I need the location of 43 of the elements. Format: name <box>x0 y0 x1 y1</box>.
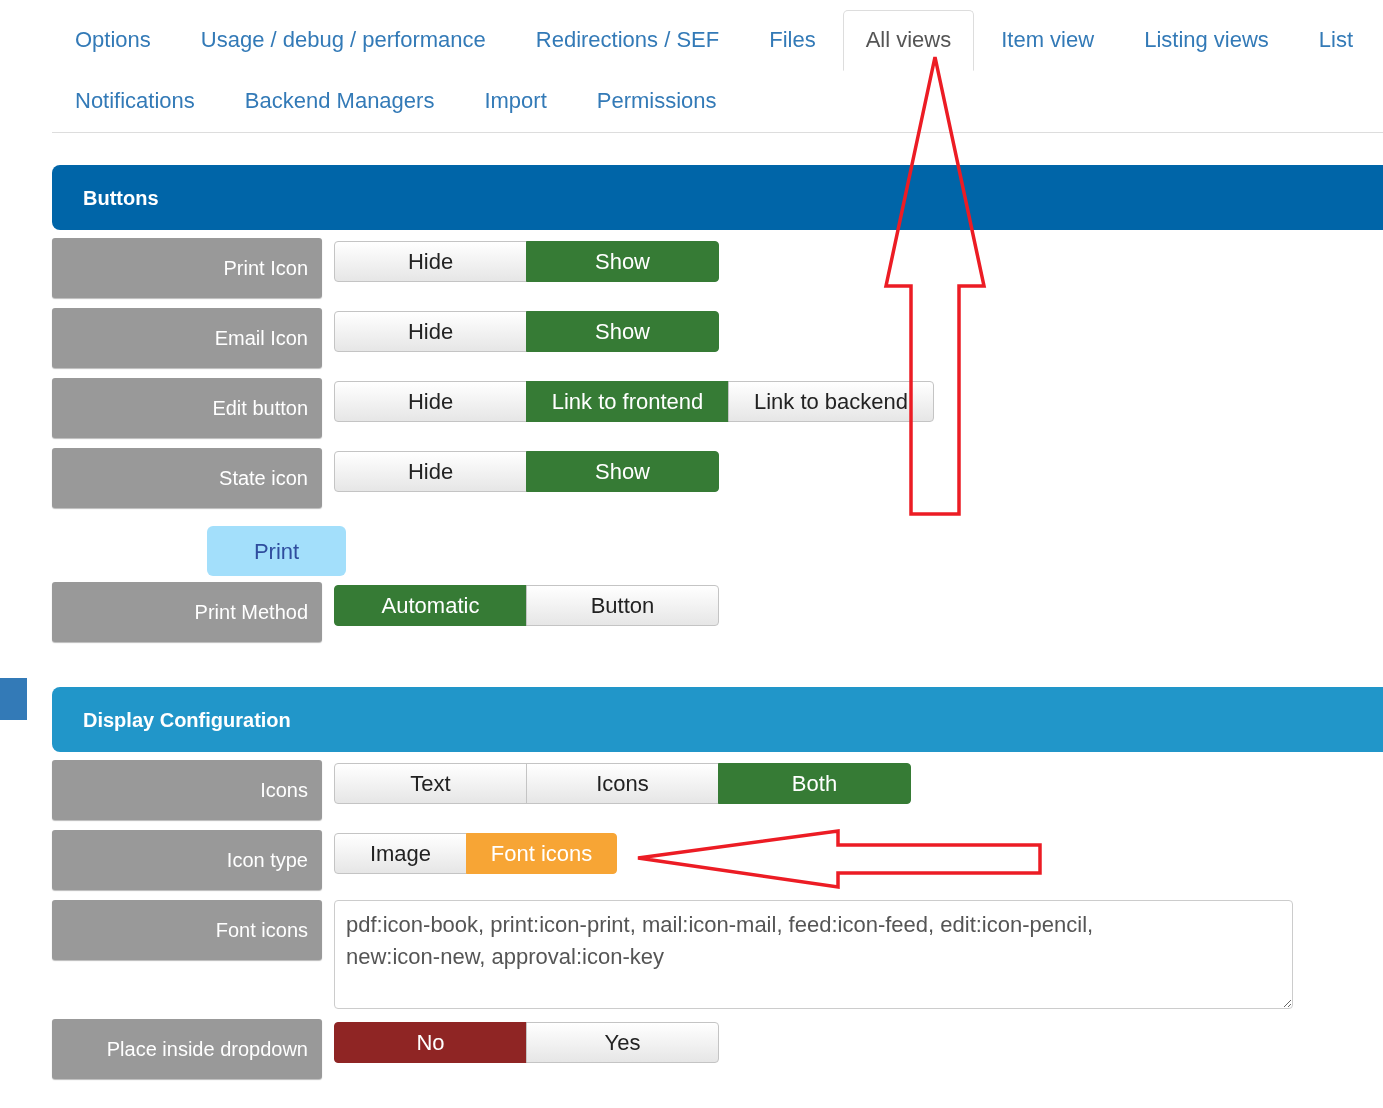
toggle-option[interactable]: Image <box>334 833 467 874</box>
print-button[interactable]: Print <box>207 526 346 576</box>
toggle-option[interactable]: No <box>334 1022 527 1063</box>
toggle-option[interactable]: Yes <box>526 1022 719 1063</box>
tab[interactable]: Usage / debug / performance <box>177 10 509 71</box>
tab[interactable]: All views <box>842 10 975 71</box>
field-label: Print Icon <box>52 238 322 298</box>
side-marker <box>0 678 27 720</box>
toggle-option[interactable]: Icons <box>526 763 719 804</box>
field-label: State icon <box>52 448 322 508</box>
toggle-option[interactable]: Hide <box>334 311 527 352</box>
field-label: Icon type <box>52 830 322 890</box>
tab[interactable]: Permissions <box>573 71 740 132</box>
field-label: Font icons <box>52 900 322 960</box>
field-label: Edit button <box>52 378 322 438</box>
tab[interactable]: Backend Managers <box>221 71 458 132</box>
tab[interactable]: Files <box>746 10 839 71</box>
tab[interactable]: List <box>1295 10 1377 71</box>
section-header: Buttons <box>52 165 1383 230</box>
section-header: Display Configuration <box>52 687 1383 752</box>
tab[interactable]: Import <box>461 71 570 132</box>
toggle-option[interactable]: Hide <box>334 381 527 422</box>
toggle-option[interactable]: Button <box>526 585 719 626</box>
toggle-option[interactable]: Show <box>526 311 719 352</box>
tab[interactable]: Redirections / SEF <box>512 10 743 71</box>
toggle-option[interactable]: Show <box>526 241 719 282</box>
toggle-option[interactable]: Hide <box>334 241 527 282</box>
toggle-option[interactable]: Link to frontend <box>526 381 729 422</box>
toggle-option[interactable]: Show <box>526 451 719 492</box>
tab[interactable]: Notifications <box>52 71 218 132</box>
tab[interactable]: Item view <box>978 10 1118 71</box>
field-label: Print Method <box>52 582 322 642</box>
field-label: Icons <box>52 760 322 820</box>
field-label: Place inside dropdown <box>52 1019 322 1079</box>
toggle-option[interactable]: Automatic <box>334 585 527 626</box>
text-area-field[interactable]: pdf:icon-book, print:icon-print, mail:icon-mail, feed:icon-feed, edit:icon-pencil, new:icon-new, approval:icon-key <box>334 900 1293 1009</box>
tab[interactable]: Listing views <box>1121 10 1292 71</box>
toggle-option[interactable]: Hide <box>334 451 527 492</box>
field-label: Email Icon <box>52 308 322 368</box>
toggle-option[interactable]: Link to backend <box>728 381 934 422</box>
toggle-option[interactable]: Both <box>718 763 911 804</box>
toggle-option[interactable]: Text <box>334 763 527 804</box>
tab[interactable]: Options <box>52 10 174 71</box>
